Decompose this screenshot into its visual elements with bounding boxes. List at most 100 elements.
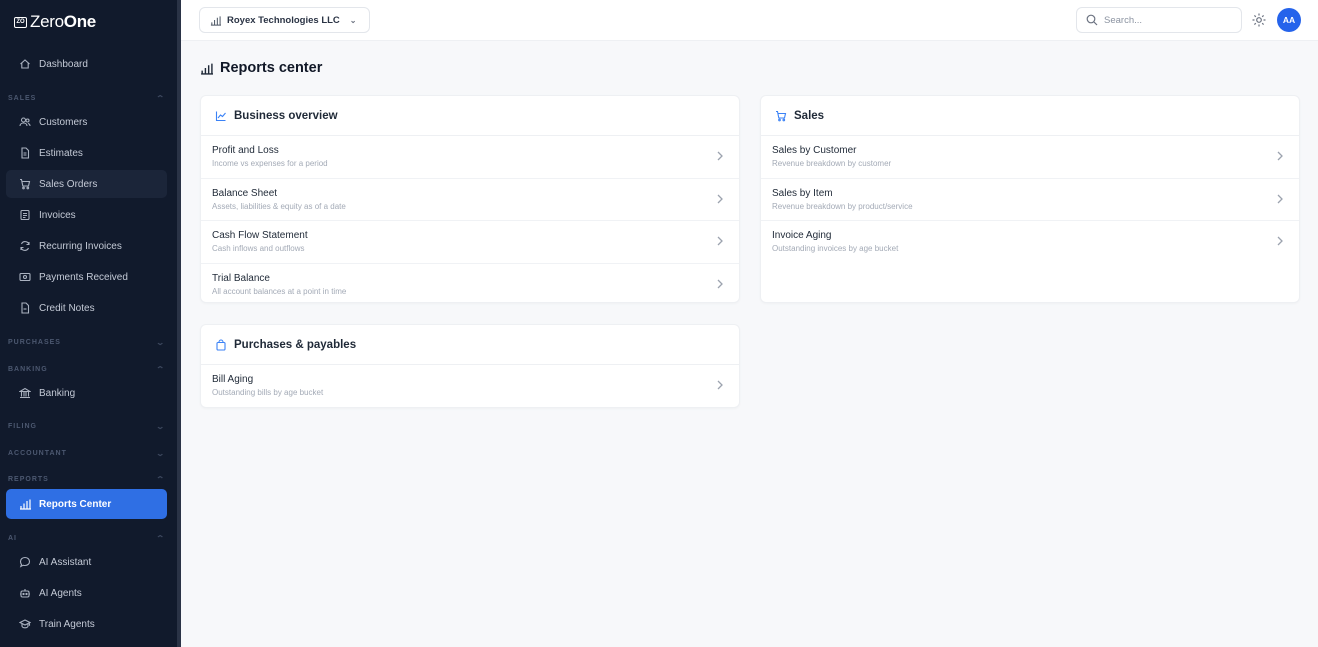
report-title: Trial Balance [212,272,270,284]
card-business-overview: Business overview Profit and Loss Income… [200,95,740,303]
page-title-text: Reports center [220,60,323,76]
chevron-right-icon [717,194,723,203]
report-row-bill-aging[interactable]: Bill Aging Outstanding bills by age buck… [201,365,739,408]
section-reports[interactable]: REPORTS ⌃ [8,475,165,484]
search-box[interactable] [1076,7,1242,33]
chevron-right-icon [1277,194,1283,203]
payment-icon [19,272,31,282]
building-icon [210,15,221,26]
graduation-icon [19,619,31,629]
document-icon [21,147,30,159]
chat-icon [19,556,31,568]
section-label: FILING [8,423,37,430]
logo-name-a: Zero [30,12,64,31]
sidebar-item-label: Payments Received [39,271,128,283]
gear-icon[interactable] [1251,12,1267,28]
page-title: Reports center [200,60,322,76]
report-subtitle: Outstanding invoices by age bucket [772,244,899,253]
reports-icon [201,63,213,75]
sidebar-item-credit-notes[interactable]: Credit Notes [6,294,167,322]
sidebar-item-customers[interactable]: Customers [6,108,167,136]
sidebar-item-invoices[interactable]: Invoices [6,201,167,229]
chevron-down-icon: ⌄ [155,422,167,431]
bank-icon [19,387,31,399]
chevron-up-icon: ⌃ [155,94,167,103]
report-title: Sales by Customer [772,145,857,156]
report-subtitle: Assets, liabilities & equity as of a dat… [212,201,346,211]
chevron-right-icon [717,236,723,246]
sidebar-item-label: Invoices [39,209,76,221]
report-row-cash-flow-statement[interactable]: Cash Flow Statement Cash inflows and out… [201,221,739,264]
report-row-trial-balance[interactable]: Trial Balance All account balances at a … [201,264,739,307]
section-label: PURCHASES [8,339,61,346]
card-header: Purchases & payables [201,325,739,365]
chevron-down-icon: ⌄ [155,449,167,458]
search-icon [1086,14,1098,26]
home-icon [20,59,30,69]
report-row-invoice-aging[interactable]: Invoice Aging Outstanding invoices by ag… [761,221,1299,264]
sidebar-item-ai-agents[interactable]: AI Agents [6,579,167,607]
report-row-sales-by-customer[interactable]: Sales by Customer Revenue breakdown by c… [761,136,1299,179]
chevron-right-icon [1277,151,1283,161]
brand-logo[interactable]: ZO ZeroOne [14,12,96,32]
avatar[interactable]: AA [1277,8,1301,32]
section-label: BANKING [8,366,48,373]
sidebar-item-estimates[interactable]: Estimates [6,139,167,167]
sidebar-item-dashboard[interactable]: Dashboard [6,50,167,78]
report-row-profit-and-loss[interactable]: Profit and Loss Income vs expenses for a… [201,136,739,179]
section-sales[interactable]: SALES ⌃ [8,94,165,103]
sidebar-item-train-agents[interactable]: Train Agents [6,610,167,638]
section-label: AI [8,535,17,542]
line-chart-icon [215,111,226,121]
sidebar-item-ai-assistant[interactable]: AI Assistant [6,548,167,576]
shopping-bag-icon [216,338,226,351]
sidebar-item-sales-orders[interactable]: Sales Orders [6,170,167,198]
report-title: Bill Aging [212,374,254,385]
sidebar-item-label: Customers [39,116,88,128]
report-row-sales-by-item[interactable]: Sales by Item Revenue breakdown by produ… [761,179,1299,221]
sidebar-item-label: Reports Center [39,498,112,510]
refresh-icon [20,241,30,251]
sidebar-item-payments-received[interactable]: Payments Received [6,263,167,291]
chevron-right-icon [1277,236,1283,246]
report-title: Profit and Loss [212,145,279,156]
credit-note-icon [21,302,30,314]
sidebar-item-recurring-invoices[interactable]: Recurring Invoices [6,232,167,260]
section-filing[interactable]: FILING ⌄ [8,422,165,431]
logo-name-b: One [63,12,96,31]
report-subtitle: Income vs expenses for a period [212,159,328,168]
sidebar-item-label: Recurring Invoices [39,240,122,252]
logo-text: ZeroOne [30,12,96,32]
chevron-down-icon: ⌄ [349,15,357,25]
invoice-icon [20,209,30,221]
section-label: ACCOUNTANT [8,450,67,457]
cart-icon [20,178,31,190]
section-banking[interactable]: BANKING ⌃ [8,365,165,374]
card-purchases-payables: Purchases & payables Bill Aging Outstand… [200,324,740,408]
report-row-balance-sheet[interactable]: Balance Sheet Assets, liabilities & equi… [201,179,739,221]
chevron-down-icon: ⌄ [155,338,167,347]
sidebar: ZO ZeroOne Dashboard SALES ⌃ Customers Es… [0,0,181,647]
logo-mark: ZO [14,16,27,28]
sidebar-item-reports-center[interactable]: Reports Center [6,489,167,519]
sidebar-item-label: Estimates [39,147,83,159]
report-subtitle: Outstanding bills by age bucket [212,388,324,397]
sidebar-item-label: AI Assistant [39,556,92,568]
search-input[interactable] [1104,14,1224,26]
sidebar-item-label: Train Agents [39,618,95,630]
section-ai[interactable]: AI ⌃ [8,534,165,543]
report-title: Invoice Aging [772,230,832,241]
card-header: Business overview [201,96,739,136]
reports-icon [20,499,31,510]
sidebar-item-label: AI Agents [39,587,82,599]
chevron-right-icon [717,279,723,288]
company-switcher[interactable]: Royex Technologies LLC ⌄ [199,7,370,33]
section-purchases[interactable]: PURCHASES ⌄ [8,338,165,347]
top-bar: Royex Technologies LLC ⌄ AA [181,0,1318,41]
card-title: Business overview [234,109,338,122]
section-accountant[interactable]: ACCOUNTANT ⌄ [8,449,165,458]
sidebar-item-banking[interactable]: Banking [6,379,167,407]
sidebar-item-label: Banking [39,387,76,399]
report-title: Balance Sheet [212,187,278,199]
chevron-right-icon [717,151,723,161]
